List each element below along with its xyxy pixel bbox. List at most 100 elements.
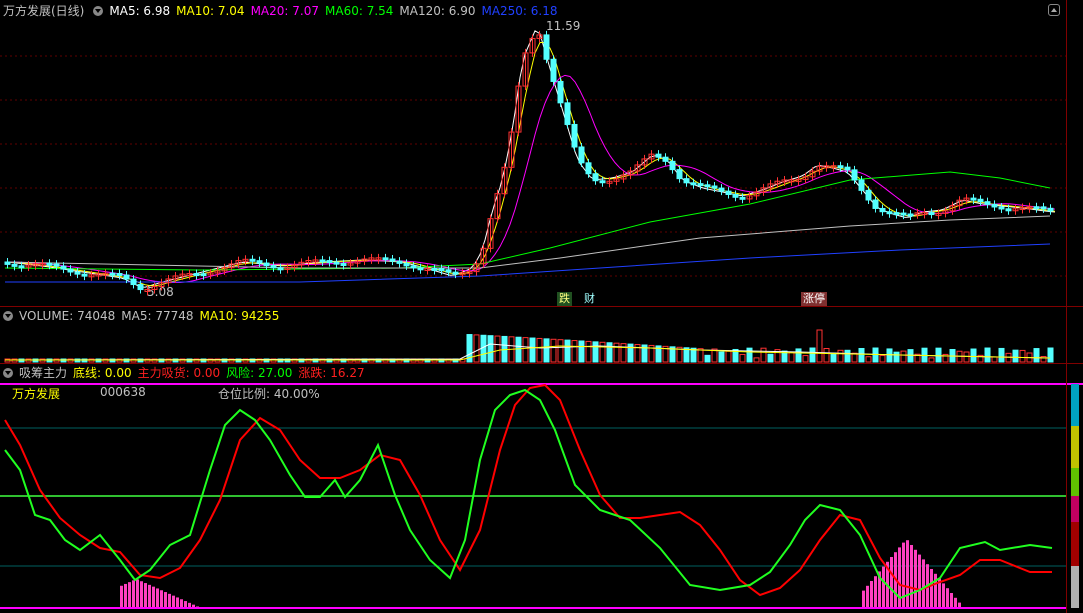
volume-bar: [823, 348, 830, 363]
candle-body: [263, 262, 270, 267]
candle-body: [109, 272, 116, 276]
volume-bar: [599, 341, 606, 363]
absorb-bar: [152, 586, 155, 607]
volume-bar: [739, 353, 746, 363]
absorb-bar: [148, 584, 151, 607]
candle-body: [683, 178, 690, 184]
volume-bar: [1033, 348, 1040, 363]
absorb-bar: [866, 585, 869, 607]
candle-body: [1047, 207, 1054, 212]
candle-body: [18, 265, 25, 269]
volume-bar: [844, 349, 851, 363]
candle-body: [739, 196, 746, 200]
volume-bar: [529, 337, 536, 363]
candle-body: [431, 267, 438, 271]
price-grid: [0, 55, 1066, 277]
absorb-bar: [946, 588, 949, 607]
volume-bar: [809, 347, 816, 363]
absorb-bar: [942, 583, 945, 607]
volume-bar: [935, 347, 942, 363]
candle-body: [396, 260, 403, 264]
volume-bar: [900, 350, 907, 363]
candle-body: [886, 211, 893, 215]
candle-body: [907, 213, 914, 217]
absorb-bar: [120, 585, 123, 607]
volume-bar: [991, 356, 998, 363]
candle-body: [389, 258, 396, 262]
candle-body: [697, 183, 704, 187]
volume-bar: [893, 351, 900, 363]
absorb-bar: [180, 599, 183, 607]
volume-bar: [613, 342, 620, 363]
absorb-bar: [192, 604, 195, 607]
absorb-bar: [874, 576, 877, 607]
volume-bar: [998, 347, 1005, 363]
absorb-bar: [890, 557, 893, 607]
candle-body: [865, 189, 872, 201]
candle-body: [571, 123, 578, 148]
candle-body: [669, 160, 676, 171]
candle-body: [249, 258, 256, 262]
candle-body: [858, 179, 865, 191]
volume-bar: [837, 349, 844, 363]
candle-body: [11, 263, 18, 267]
candle-body: [53, 263, 60, 267]
candle-body: [200, 273, 207, 277]
moving-average-lines: [4, 30, 1056, 288]
volume-bar: [1019, 349, 1026, 363]
candle-body: [879, 207, 886, 213]
candle-body: [592, 173, 599, 182]
volume-bar: [557, 339, 564, 363]
candle-body: [452, 271, 459, 275]
ma20-line: [4, 74, 1056, 284]
ma10-line: [4, 42, 1056, 287]
volume-bar: [879, 355, 886, 363]
absorb-bar: [164, 592, 167, 607]
candle-body: [410, 265, 417, 269]
absorb-bar: [934, 573, 937, 607]
absorb-bar: [862, 590, 865, 607]
candle-body: [872, 199, 879, 209]
candle-body: [970, 197, 977, 201]
volume-bar: [1047, 347, 1054, 363]
candle-body: [4, 261, 11, 265]
volume-bar: [487, 335, 494, 363]
volume-bar: [1040, 356, 1047, 363]
absorb-bar: [160, 590, 163, 607]
candle-body: [704, 184, 711, 188]
volume-bar: [865, 356, 872, 363]
volume-bar: [536, 337, 543, 363]
volume-bar: [592, 341, 599, 363]
absorb-bar: [128, 582, 131, 607]
absorb-bar: [906, 540, 909, 607]
volume-bar: [606, 342, 613, 363]
candle-body: [326, 260, 333, 264]
candle-body: [851, 169, 858, 181]
candle-body: [137, 284, 144, 291]
volume-bar: [697, 348, 704, 363]
volume-bar: [564, 339, 571, 363]
absorb-bar: [196, 606, 199, 607]
chart-canvas: [0, 30, 1066, 609]
absorb-bar: [176, 597, 179, 607]
volume-bar: [795, 348, 802, 363]
candle-body: [662, 156, 669, 162]
absorb-bar: [144, 583, 147, 607]
volume-bar: [746, 347, 753, 363]
volume-bar: [1012, 349, 1019, 363]
candle-body: [340, 263, 347, 267]
volume-bar: [963, 351, 970, 363]
absorb-bar: [918, 554, 921, 607]
absorb-bar: [184, 601, 187, 607]
absorb-bar: [172, 595, 175, 607]
candle-body: [67, 268, 74, 273]
candle-body: [130, 278, 137, 286]
candle-body: [1033, 206, 1040, 210]
candle-body: [270, 265, 277, 269]
volume-bar: [802, 355, 809, 363]
absorb-bar: [168, 593, 171, 607]
candle-body: [116, 273, 123, 277]
candle-body: [557, 80, 564, 104]
candle-body: [333, 261, 340, 265]
absorb-bar: [882, 566, 885, 607]
